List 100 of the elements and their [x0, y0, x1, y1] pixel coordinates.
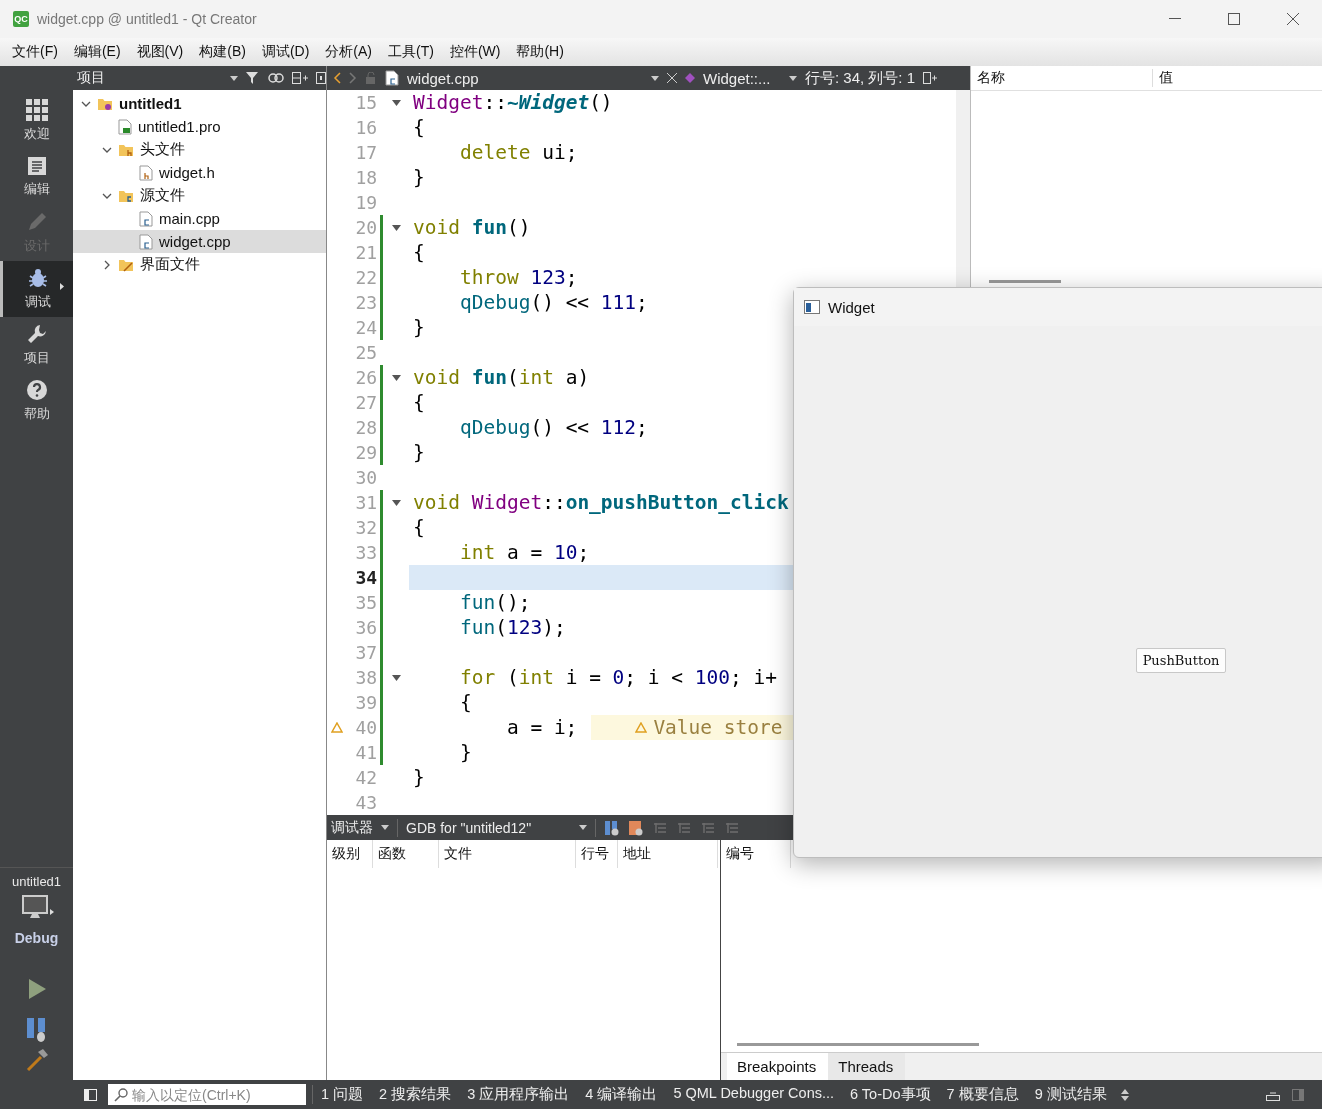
bug-icon: [27, 267, 49, 289]
maximize-icon[interactable]: [1227, 13, 1240, 25]
mode-button[interactable]: 欢迎: [0, 93, 73, 149]
fold-arrow-icon[interactable]: [391, 99, 401, 106]
line-number: 25: [354, 342, 378, 363]
menu-item[interactable]: 工具(T): [380, 43, 442, 61]
file-selector[interactable]: widget.cpp: [407, 69, 643, 87]
monitor-icon[interactable]: [19, 895, 54, 921]
output-pane-button[interactable]: 3 应用程序输出: [459, 1085, 578, 1104]
column-header[interactable]: 级别: [327, 840, 373, 868]
code-line: qDebug() << 112;: [458, 415, 648, 440]
split-icon[interactable]: [923, 72, 938, 84]
mode-button[interactable]: 编辑: [0, 149, 73, 205]
tab[interactable]: Breakpoints: [727, 1053, 829, 1080]
project-name: untitled1: [11, 874, 62, 889]
output-pane-button[interactable]: 9 测试结果: [1026, 1085, 1115, 1104]
mode-button[interactable]: 项目: [0, 317, 73, 373]
fold-arrow-icon[interactable]: [391, 224, 401, 231]
output-pane-button[interactable]: 7 概要信息: [938, 1085, 1027, 1104]
output-pane-button[interactable]: 6 To-Do事项: [842, 1085, 939, 1104]
line-number: 37: [354, 642, 378, 663]
dropdown-arrow-icon[interactable]: [789, 75, 797, 81]
output-pane-button[interactable]: 4 编译输出: [577, 1085, 666, 1104]
search-field[interactable]: 输入以定位(Ctrl+K): [108, 1084, 306, 1105]
debug-run-icon[interactable]: [25, 1018, 48, 1042]
tab[interactable]: Threads: [828, 1053, 906, 1080]
split-icon[interactable]: [292, 72, 308, 84]
run-icon[interactable]: [26, 978, 47, 1000]
code-line: throw 123;: [458, 265, 578, 290]
line-number: 30: [354, 467, 378, 488]
line-number: 21: [354, 242, 378, 263]
menu-item[interactable]: 视图(V): [128, 43, 192, 61]
menu-item[interactable]: 分析(A): [317, 43, 380, 61]
output-pane-button[interactable]: 2 搜索结果: [371, 1085, 460, 1104]
scrollbar[interactable]: [737, 1043, 979, 1046]
close-pane-icon[interactable]: [316, 72, 326, 84]
search-icon: [114, 1087, 128, 1102]
menu-item[interactable]: 控件(W): [441, 43, 509, 61]
menu-item[interactable]: 调试(D): [253, 43, 318, 61]
mode-button[interactable]: 调试: [0, 261, 73, 317]
line-number: 16: [354, 117, 378, 138]
line-number: 18: [354, 167, 378, 188]
filter-icon[interactable]: [246, 72, 260, 84]
menu-item[interactable]: 构建(B): [191, 43, 254, 61]
close-icon[interactable]: [1286, 13, 1299, 25]
code-line: }: [413, 440, 425, 465]
document-icon: [26, 156, 47, 176]
tree-item[interactable]: 界面文件: [73, 253, 326, 276]
column-header[interactable]: 地址: [618, 840, 718, 868]
file-icon: [139, 164, 153, 181]
engine-selector[interactable]: GDB for "untitled12": [406, 819, 571, 836]
line-number: 15: [354, 92, 378, 113]
dropdown-arrow-icon[interactable]: [381, 825, 389, 830]
column-header[interactable]: 文件: [439, 840, 576, 868]
output-pane-button[interactable]: 1 问题: [313, 1085, 372, 1104]
tree-item[interactable]: 头文件: [73, 138, 326, 161]
menu-item[interactable]: 文件(F): [4, 43, 66, 61]
tree-item[interactable]: 源文件: [73, 184, 326, 207]
column-header[interactable]: 值: [1153, 69, 1173, 87]
code-line: }: [413, 765, 425, 790]
sidebar-toggle-icon[interactable]: [83, 1088, 97, 1101]
fold-arrow-icon[interactable]: [391, 499, 401, 506]
code-line: delete ui;: [458, 140, 578, 165]
dropdown-arrow-icon[interactable]: [651, 75, 659, 81]
column-header[interactable]: 行号: [576, 840, 618, 868]
continue-icon[interactable]: [604, 819, 620, 836]
mode-button[interactable]: 帮助: [0, 373, 73, 429]
line-number: 17: [354, 142, 378, 163]
column-header[interactable]: 函数: [373, 840, 439, 868]
tree-item[interactable]: widget.h: [73, 161, 326, 184]
chevron-right-icon[interactable]: [102, 259, 112, 270]
menu-item[interactable]: 帮助(H): [508, 43, 572, 61]
line-number: 19: [354, 192, 378, 213]
symbol-selector[interactable]: Widget::...: [703, 69, 781, 87]
output-pane-button[interactable]: 5 QML Debugger Cons...: [665, 1085, 843, 1104]
scrollbar[interactable]: [989, 280, 1061, 283]
scrollbar-track[interactable]: [956, 90, 970, 287]
column-header[interactable]: 编号: [721, 840, 791, 868]
fold-arrow-icon[interactable]: [391, 374, 401, 381]
back-icon[interactable]: [333, 72, 341, 84]
code-line: qDebug() << 111;: [458, 290, 648, 315]
fold-arrow-icon[interactable]: [391, 674, 401, 681]
code-line: Widget::~Widget(): [413, 90, 613, 115]
dropdown-arrow-icon[interactable]: [230, 75, 238, 81]
push-button[interactable]: PushButton: [1136, 648, 1226, 673]
tree-item[interactable]: untitled1: [73, 92, 326, 115]
minimize-icon[interactable]: [1168, 18, 1181, 20]
dropdown-arrow-icon[interactable]: [579, 825, 587, 830]
code-line: void fun(): [413, 215, 531, 240]
column-header[interactable]: 名称: [971, 69, 1153, 87]
stop-icon[interactable]: [628, 819, 644, 836]
expand-arrow-icon[interactable]: [60, 283, 64, 290]
tree-item[interactable]: widget.cpp: [73, 230, 326, 253]
tree-item[interactable]: untitled1.pro: [73, 115, 326, 138]
menu-item[interactable]: 编辑(E): [65, 43, 129, 61]
link-icon[interactable]: [268, 73, 284, 83]
hammer-icon[interactable]: [24, 1048, 49, 1072]
line-number: 24: [354, 317, 378, 338]
tree-item[interactable]: main.cpp: [73, 207, 326, 230]
updown-arrow-icon[interactable]: [1120, 1088, 1129, 1101]
